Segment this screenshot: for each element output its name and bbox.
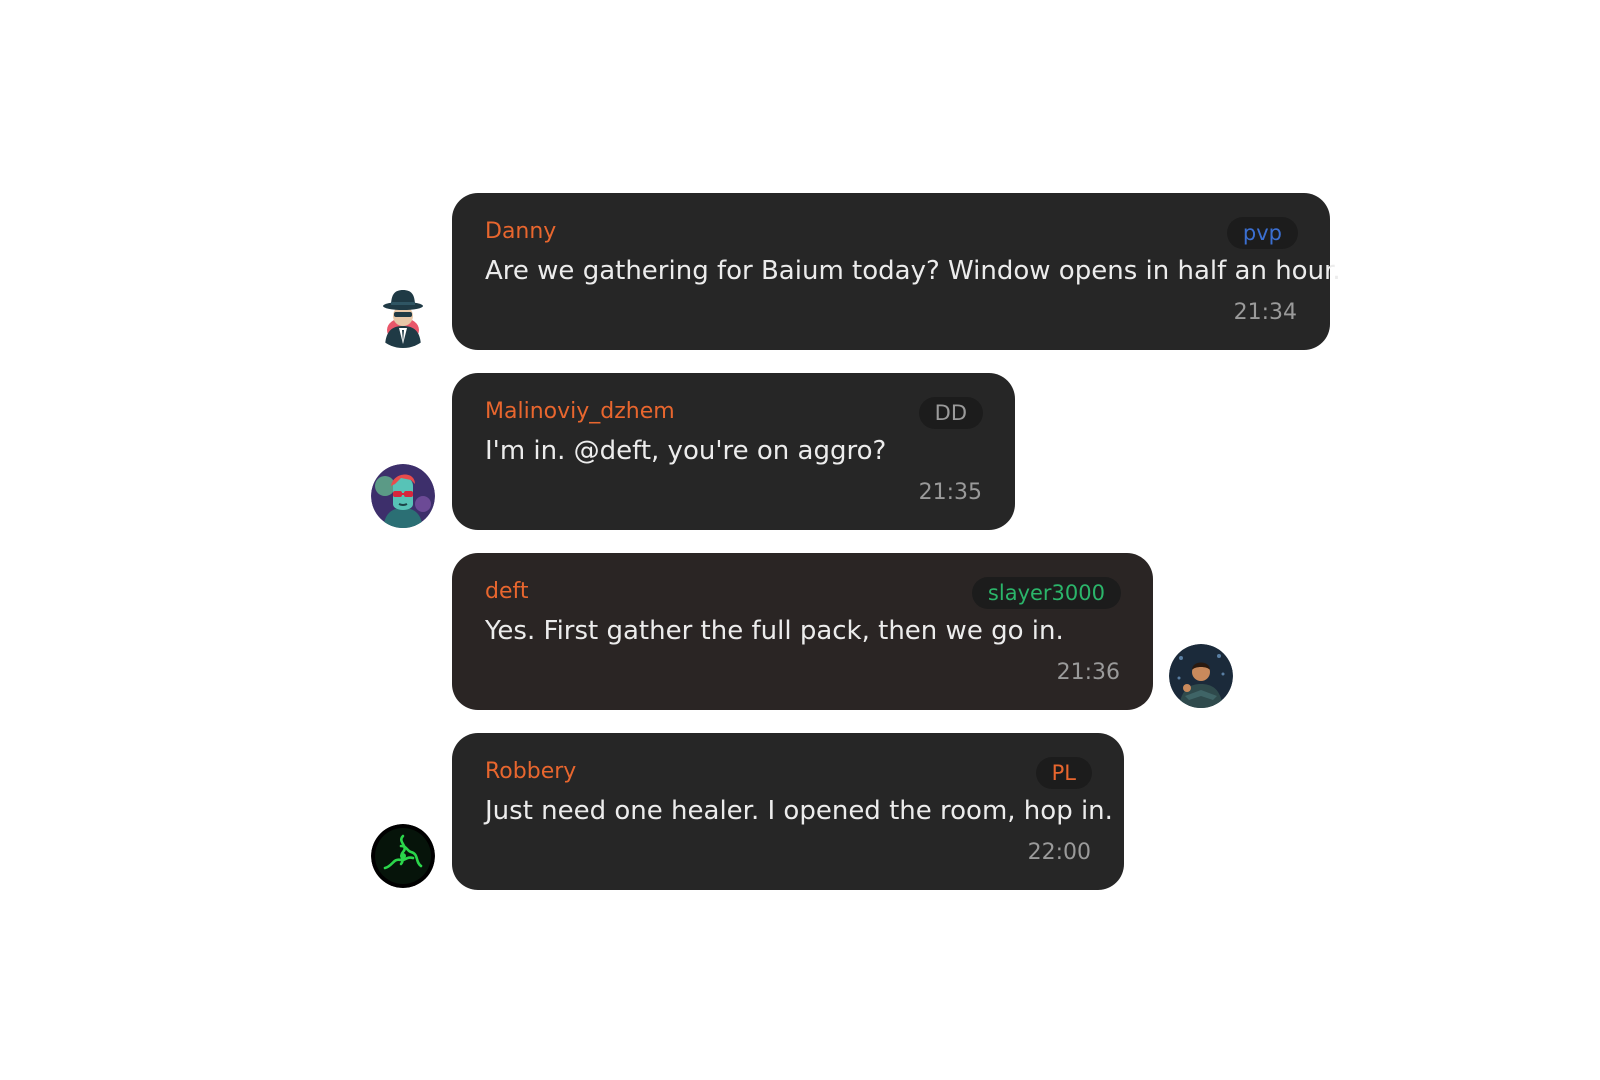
message-bubble[interactable]: Robbery PL Just need one healer. I opene… xyxy=(452,733,1124,890)
message-text: Yes. First gather the full pack, then we… xyxy=(485,616,1064,646)
message-text: Just need one healer. I opened the room,… xyxy=(485,796,1113,826)
message-bubble[interactable]: Malinoviy_dzhem DD I'm in. @deft, you're… xyxy=(452,373,1015,530)
message-timestamp: 21:36 xyxy=(1056,660,1120,685)
chat-message-list: Danny pvp Are we gathering for Baium tod… xyxy=(0,0,1600,1080)
message-timestamp: 21:35 xyxy=(918,480,982,505)
message-author[interactable]: Malinoviy_dzhem xyxy=(485,399,675,424)
message-timestamp: 22:00 xyxy=(1027,840,1091,865)
message-text: I'm in. @deft, you're on aggro? xyxy=(485,436,887,466)
message-bubble[interactable]: deft slayer3000 Yes. First gather the fu… xyxy=(452,553,1153,710)
spy-hat-avatar-icon[interactable] xyxy=(371,284,435,348)
message-author[interactable]: deft xyxy=(485,579,528,604)
razer-snake-avatar-icon[interactable] xyxy=(371,824,435,888)
message-author[interactable]: Danny xyxy=(485,219,556,244)
message-text: Are we gathering for Baium today? Window… xyxy=(485,256,1341,286)
user-tag-badge: DD xyxy=(918,397,983,429)
sunglasses-portrait-avatar-icon[interactable] xyxy=(371,464,435,528)
message-author[interactable]: Robbery xyxy=(485,759,576,784)
user-tag-badge: PL xyxy=(1035,757,1092,789)
message-bubble[interactable]: Danny pvp Are we gathering for Baium tod… xyxy=(452,193,1341,350)
man-portrait-avatar-icon[interactable] xyxy=(1169,644,1233,708)
message-timestamp: 21:34 xyxy=(1233,300,1297,325)
user-tag-badge: pvp xyxy=(1226,217,1298,249)
user-tag-badge: slayer3000 xyxy=(971,577,1121,609)
